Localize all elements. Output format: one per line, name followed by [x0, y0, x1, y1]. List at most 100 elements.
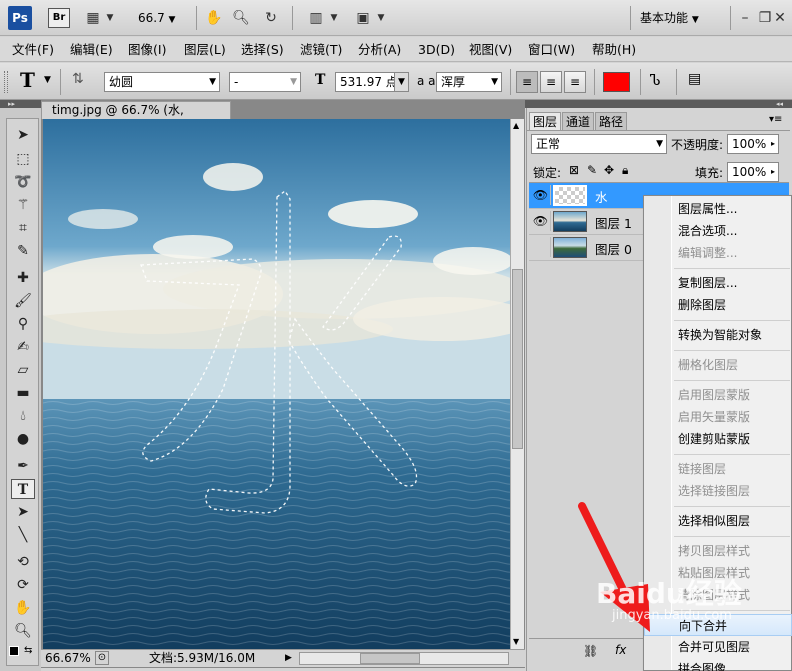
character-panel-icon[interactable]: ▤	[688, 71, 701, 87]
menu-image[interactable]: 图像(I)	[128, 41, 166, 59]
context-menu-item[interactable]: 合并可见图层	[644, 636, 792, 658]
opacity-input[interactable]: 100% ▸	[727, 134, 779, 154]
hand-tool-icon[interactable]: ✋	[203, 8, 225, 28]
vertical-scrollbar[interactable]: ▲ ▼	[510, 119, 524, 649]
tab-channels[interactable]: 通道	[562, 112, 594, 130]
rotate-view-icon[interactable]: ↻	[260, 8, 282, 28]
zoom-status[interactable]: 66.67%	[45, 650, 91, 667]
status-menu-icon[interactable]: ▶	[285, 650, 292, 667]
restore-icon[interactable]: ❐	[758, 8, 772, 28]
chevron-down-icon[interactable]: ▼	[104, 8, 116, 28]
chevron-down-icon[interactable]: ▼	[44, 75, 51, 85]
lock-all-icon[interactable]: 🔒︎	[622, 163, 628, 178]
menu-help[interactable]: 帮助(H)	[592, 41, 636, 59]
scroll-down-icon[interactable]: ▼	[513, 637, 519, 646]
font-size-input[interactable]: 531.97 点 ▼	[335, 72, 409, 92]
screen-mode-icon[interactable]: ▣	[352, 8, 374, 28]
zoom-tool-icon[interactable]: 🔍︎	[230, 8, 252, 28]
lasso-tool-icon[interactable]: ➰	[11, 172, 35, 192]
workspace-select[interactable]: 基本功能 ▼	[640, 8, 720, 28]
menu-select[interactable]: 选择(S)	[241, 41, 284, 59]
chevron-down-icon[interactable]: ▼	[328, 8, 340, 28]
collapse-arrows-icon[interactable]: ▸▸	[8, 100, 15, 108]
context-menu-item[interactable]: 选择相似图层	[644, 510, 792, 532]
context-menu-item[interactable]: 拷贝图层样式	[644, 540, 792, 562]
align-center-button[interactable]: ≡	[540, 71, 562, 93]
blend-mode-select[interactable]: 正常 ▼	[531, 134, 667, 154]
eraser-tool-icon[interactable]: ▱	[11, 360, 35, 380]
visibility-eye-icon[interactable]: 👁︎	[531, 211, 551, 231]
close-icon[interactable]: ✕	[772, 8, 788, 28]
lock-pixels-icon[interactable]: ✎	[587, 163, 597, 177]
tab-layers[interactable]: 图层	[529, 112, 561, 130]
align-right-button[interactable]: ≡	[564, 71, 586, 93]
bridge-button[interactable]: Br	[48, 8, 70, 28]
clone-stamp-tool-icon[interactable]: ⚲	[11, 314, 35, 334]
lock-position-icon[interactable]: ✥	[604, 163, 614, 177]
pen-tool-icon[interactable]: ✒	[11, 456, 35, 476]
visibility-empty[interactable]	[531, 237, 551, 257]
eyedropper-tool-icon[interactable]: ✎	[11, 241, 35, 261]
font-family-select[interactable]: 幼圆 ▼	[104, 72, 220, 92]
history-brush-tool-icon[interactable]: ✍	[11, 337, 35, 357]
film-strip-icon[interactable]: ▦	[82, 8, 104, 28]
brush-tool-icon[interactable]: 🖌︎	[11, 291, 35, 311]
text-color-swatch[interactable]	[603, 72, 630, 92]
menu-window[interactable]: 窗口(W)	[528, 41, 575, 59]
context-menu-item[interactable]: 启用矢量蒙版	[644, 406, 792, 428]
collapse-arrows-icon[interactable]: ◂◂	[776, 100, 783, 108]
tab-paths[interactable]: 路径	[595, 112, 627, 130]
tool-preset-picker[interactable]: T	[20, 68, 35, 92]
zoom-tool-icon[interactable]: 🔍︎	[11, 621, 35, 641]
context-menu-item[interactable]: 链接图层	[644, 458, 792, 480]
swap-colors-icon[interactable]: ⇆	[24, 645, 32, 656]
panel-menu-icon[interactable]: ▾≡	[769, 114, 782, 125]
warp-text-icon[interactable]: Ꮦ	[650, 71, 661, 89]
minimize-icon[interactable]: –	[738, 8, 752, 28]
zoom-level-select[interactable]: 66.7 ▼	[138, 8, 190, 28]
dodge-tool-icon[interactable]: ●	[11, 429, 35, 449]
path-selection-tool-icon[interactable]: ➤	[11, 502, 35, 522]
anti-alias-select[interactable]: 浑厚 ▼	[436, 72, 502, 92]
context-menu-item[interactable]: 图层属性...	[644, 198, 792, 220]
menu-file[interactable]: 文件(F)	[12, 41, 54, 59]
scroll-thumb[interactable]	[512, 269, 523, 449]
line-tool-icon[interactable]: ╲	[11, 525, 35, 545]
foreground-color-icon[interactable]	[9, 646, 19, 656]
context-menu-item[interactable]: 选择链接图层	[644, 480, 792, 502]
menu-3d[interactable]: 3D(D)	[418, 41, 455, 59]
scroll-thumb[interactable]	[360, 653, 420, 664]
type-tool-icon[interactable]: T	[11, 479, 35, 499]
chevron-down-icon[interactable]: ▼	[375, 8, 387, 28]
context-menu-item[interactable]: 复制图层...	[644, 272, 792, 294]
crop-tool-icon[interactable]: ⌗	[11, 218, 35, 238]
marquee-tool-icon[interactable]: ⬚	[11, 149, 35, 169]
3d-orbit-tool-icon[interactable]: ⟳	[11, 575, 35, 595]
horizontal-scrollbar[interactable]	[299, 652, 509, 665]
scroll-up-icon[interactable]: ▲	[513, 121, 519, 130]
3d-rotate-tool-icon[interactable]: ⟲	[11, 552, 35, 572]
menu-edit[interactable]: 编辑(E)	[70, 41, 113, 59]
move-tool-icon[interactable]: ➤	[11, 125, 35, 145]
arrange-documents-icon[interactable]: ▥	[305, 8, 327, 28]
healing-brush-tool-icon[interactable]: ✚	[11, 268, 35, 288]
menu-filter[interactable]: 滤镜(T)	[300, 41, 342, 59]
context-menu-item[interactable]: 编辑调整...	[644, 242, 792, 264]
magic-wand-tool-icon[interactable]: ⚚	[11, 195, 35, 215]
context-menu-item[interactable]: 转换为智能对象	[644, 324, 792, 346]
context-menu-item[interactable]: 混合选项...	[644, 220, 792, 242]
canvas[interactable]	[43, 119, 510, 649]
document-tab[interactable]: timg.jpg @ 66.7% (水, RGB/8#) *	[41, 101, 231, 134]
context-menu-item[interactable]: 栅格化图层	[644, 354, 792, 376]
menu-view[interactable]: 视图(V)	[469, 41, 512, 59]
menu-layer[interactable]: 图层(L)	[184, 41, 226, 59]
hand-tool-icon[interactable]: ✋	[11, 598, 35, 618]
context-menu-item[interactable]: 启用图层蒙版	[644, 384, 792, 406]
context-menu-item[interactable]: 拼合图像	[644, 658, 792, 671]
context-menu-item[interactable]: 删除图层	[644, 294, 792, 316]
grip-handle[interactable]	[4, 71, 8, 93]
menu-analysis[interactable]: 分析(A)	[358, 41, 401, 59]
context-menu-item[interactable]: 创建剪贴蒙版	[644, 428, 792, 450]
blur-tool-icon[interactable]: 💧︎	[11, 406, 35, 426]
font-style-select[interactable]: - ▼	[229, 72, 301, 92]
